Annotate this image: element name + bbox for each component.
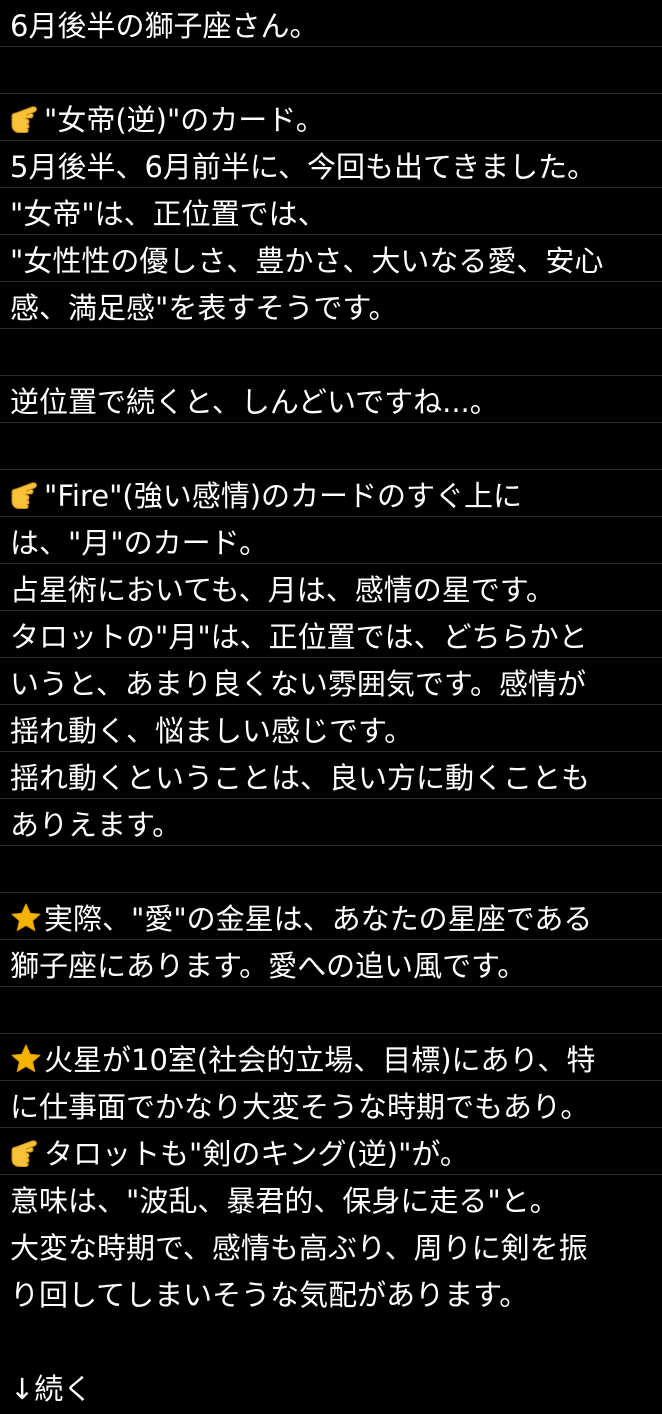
memo-line: ありえます。 — [10, 803, 660, 850]
memo-line: "女帝"は、正位置では、 — [10, 192, 660, 239]
memo-line-text: タロットも"剣のキング(逆)"が。 — [44, 1137, 469, 1171]
memo-line-text: 大変な時期で、感情も高ぶり、周りに剣を振 — [10, 1231, 588, 1265]
memo-line: "Fire"(強い感情)のカードのすぐ上に — [10, 474, 660, 521]
memo-line: 揺れ動く、悩ましい感じです。 — [10, 709, 660, 756]
memo-line-text: ありえます。 — [10, 808, 182, 842]
memo-line: 逆位置で続くと、しんどいですね...。 — [10, 380, 660, 427]
memo-page: 6月後半の獅子座さん。 "女帝(逆)"のカード。 5月後半、6月前半に、今回も出てき… — [0, 0, 662, 1406]
memo-line: 大変な時期で、感情も高ぶり、周りに剣を振 — [10, 1226, 660, 1273]
memo-line-text: 火星が10室(社会的立場、目標)にあり、特 — [44, 1043, 596, 1077]
memo-line-text: 6月後半の獅子座さん。 — [10, 9, 319, 43]
memo-line-text: 感、満足感"を表すそうです。 — [10, 291, 398, 325]
memo-line-text: 意味は、"波乱、暴君的、保身に走る"と。 — [10, 1184, 559, 1218]
memo-line-text: り回してしまいそうな気配があります。 — [10, 1278, 529, 1312]
memo-line-text: "Fire"(強い感情)のカードのすぐ上に — [44, 479, 523, 513]
memo-line: 意味は、"波乱、暴君的、保身に走る"と。 — [10, 1179, 660, 1226]
memo-line: ↓続く — [10, 1367, 660, 1414]
memo-line: 6月後半の獅子座さん。 — [10, 4, 660, 51]
memo-line-text: 実際、"愛"の金星は、あなたの星座である — [44, 902, 593, 936]
memo-line: "女帝(逆)"のカード。 — [10, 98, 660, 145]
memo-line-text: "女帝(逆)"のカード。 — [44, 103, 325, 137]
memo-line-text: 逆位置で続くと、しんどいですね...。 — [10, 385, 499, 419]
memo-line-text: 揺れ動く、悩ましい感じです。 — [10, 714, 414, 748]
pointing-hand-icon — [10, 479, 42, 511]
memo-line-text: 5月後半、6月前半に、今回も出てきました。 — [10, 150, 597, 184]
pointing-hand-icon — [10, 103, 42, 135]
memo-line: "女性性の優しさ、豊かさ、大いなる愛、安心 — [10, 239, 660, 286]
star-icon — [10, 902, 42, 934]
memo-line-text: ↓続く — [10, 1372, 93, 1406]
memo-line-text: 揺れ動くということは、良い方に動くことも — [10, 761, 591, 795]
memo-line: 感、満足感"を表すそうです。 — [10, 286, 660, 333]
memo-line-text: 獅子座にあります。愛への追い風です。 — [10, 949, 527, 983]
memo-line-text: に仕事面でかなり大変そうな時期でもあり。 — [10, 1090, 590, 1124]
memo-line-text: タロットの"月"は、正位置では、どちらかと — [10, 620, 588, 654]
memo-text-lines: 6月後半の獅子座さん。 "女帝(逆)"のカード。 5月後半、6月前半に、今回も出てき… — [10, 4, 660, 1414]
memo-line: 占星術においても、月は、感情の星です。 — [10, 568, 660, 615]
memo-line: 実際、"愛"の金星は、あなたの星座である — [10, 897, 660, 944]
memo-line: 5月後半、6月前半に、今回も出てきました。 — [10, 145, 660, 192]
memo-line: タロットの"月"は、正位置では、どちらかと — [10, 615, 660, 662]
memo-line: 獅子座にあります。愛への追い風です。 — [10, 944, 660, 991]
memo-line: 火星が10室(社会的立場、目標)にあり、特 — [10, 1038, 660, 1085]
memo-line: タロットも"剣のキング(逆)"が。 — [10, 1132, 660, 1179]
memo-line: に仕事面でかなり大変そうな時期でもあり。 — [10, 1085, 660, 1132]
memo-line-text: "女帝"は、正位置では、 — [10, 197, 327, 231]
memo-line: 揺れ動くということは、良い方に動くことも — [10, 756, 660, 803]
memo-line-text: いうと、あまり良くない雰囲気です。感情が — [10, 667, 586, 701]
memo-line-text: "女性性の優しさ、豊かさ、大いなる愛、安心 — [10, 244, 604, 278]
memo-line: いうと、あまり良くない雰囲気です。感情が — [10, 662, 660, 709]
memo-line: は、"月"のカード。 — [10, 521, 660, 568]
memo-line: り回してしまいそうな気配があります。 — [10, 1273, 660, 1320]
memo-line-text: は、"月"のカード。 — [10, 526, 269, 560]
pointing-hand-icon — [10, 1137, 42, 1169]
memo-line-text: 占星術においても、月は、感情の星です。 — [10, 573, 555, 607]
star-icon — [10, 1043, 42, 1075]
